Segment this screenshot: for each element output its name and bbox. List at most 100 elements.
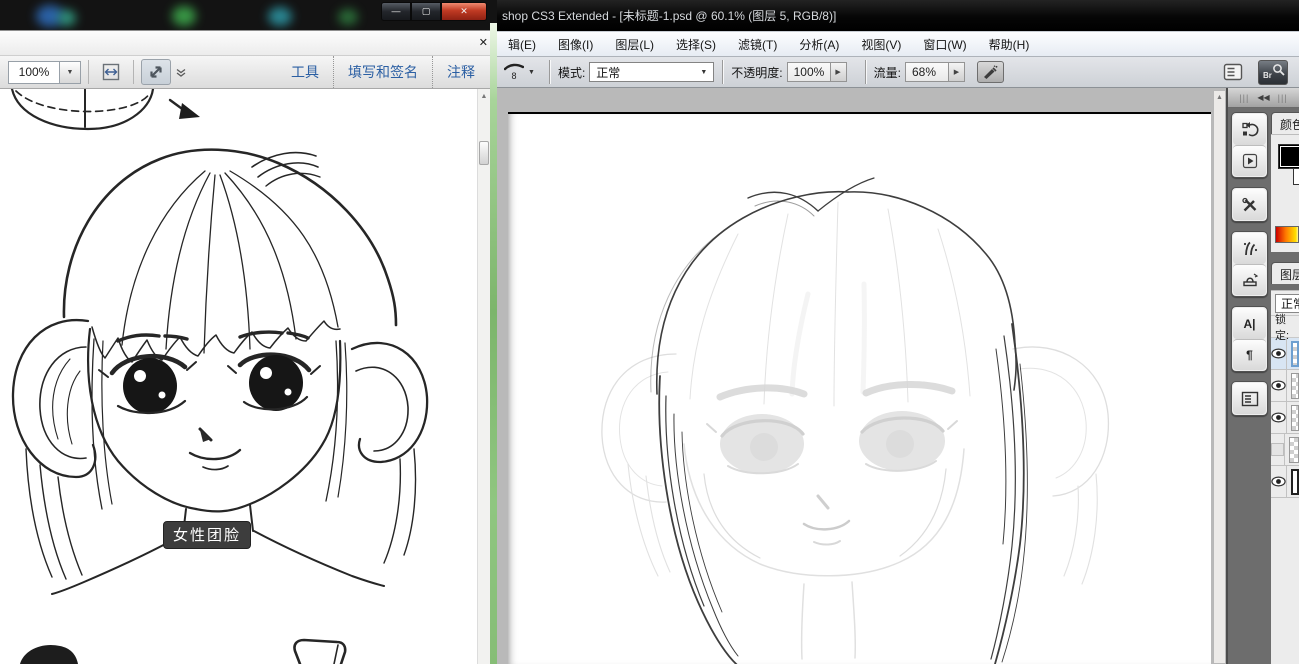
layer-row[interactable] — [1271, 370, 1299, 402]
layer-row[interactable] — [1271, 402, 1299, 434]
pdf-page[interactable]: 女性团脸 — [0, 89, 478, 664]
menu-select[interactable]: 选择(S) — [665, 32, 727, 56]
foreground-color-swatch[interactable] — [1278, 144, 1299, 169]
layer-row[interactable] — [1271, 466, 1299, 498]
minimize-button[interactable]: — — [381, 2, 411, 21]
layer-comps-panel-button[interactable] — [1233, 383, 1266, 414]
layer-thumbnail[interactable] — [1291, 341, 1299, 367]
dock-grip-icon: ||| — [1239, 93, 1249, 103]
layer-thumbnail[interactable] — [1291, 469, 1299, 495]
menu-image[interactable]: 图像(I) — [547, 32, 604, 56]
color-ramp[interactable] — [1275, 226, 1299, 243]
tab-layers[interactable]: 图层 — [1271, 262, 1299, 284]
menu-help[interactable]: 帮助(H) — [978, 32, 1041, 56]
zoom-level-input[interactable]: 100% — [8, 61, 60, 84]
blend-mode-select[interactable]: 正常 ▼ — [589, 62, 714, 82]
palette-well-button[interactable] — [1220, 60, 1246, 84]
reader-action-links: 工具 填写和签名 注释 — [277, 56, 489, 88]
crossed-tools-icon — [1241, 196, 1259, 214]
options-separator — [865, 60, 866, 84]
layers-lock-row: 锁定: — [1271, 316, 1299, 338]
photoshop-window: shop CS3 Extended - [未标题-1.psd @ 60.1% (… — [497, 0, 1299, 664]
resize-page-button[interactable] — [141, 59, 171, 85]
comment-link[interactable]: 注释 — [432, 56, 489, 88]
panel-gap — [1271, 252, 1299, 259]
menu-layer[interactable]: 图层(L) — [604, 32, 665, 56]
toolbar-more-chevron[interactable] — [175, 68, 187, 77]
options-right-group: Br — [1220, 60, 1292, 85]
canvas-sketch — [508, 114, 1211, 664]
canvas-vertical-scrollbar[interactable]: ▲ — [1213, 90, 1226, 664]
menu-edit[interactable]: 辑(E) — [497, 32, 547, 56]
options-separator — [549, 60, 550, 84]
opacity-input[interactable]: 100% — [787, 62, 831, 82]
tab-color[interactable]: 颜色 — [1271, 112, 1299, 134]
document-canvas[interactable] — [508, 112, 1211, 664]
brush-preset-dropdown-icon[interactable]: ▼ — [528, 69, 535, 76]
layer-visibility-eye-icon[interactable] — [1271, 370, 1287, 401]
airbrush-toggle[interactable] — [977, 61, 1004, 83]
layer-thumbnail[interactable] — [1289, 437, 1299, 463]
layer-thumbnail[interactable] — [1291, 373, 1299, 399]
menu-filter[interactable]: 滤镜(T) — [727, 32, 788, 56]
desktop-icon-blur — [58, 10, 76, 26]
tool-presets-panel-button[interactable] — [1233, 189, 1266, 220]
tools-link[interactable]: 工具 — [277, 56, 333, 88]
fill-sign-link[interactable]: 填写和签名 — [333, 56, 432, 88]
layer-visibility-eye-icon[interactable] — [1271, 466, 1287, 497]
reader-vertical-scrollbar[interactable]: ▲ — [477, 89, 490, 664]
layer-visibility-eye-icon[interactable] — [1271, 402, 1287, 433]
panel-dock: ||| ◀◀ ||| — [1226, 88, 1299, 664]
dropdown-icon: ▼ — [700, 69, 707, 76]
collapsed-panel-icons: A| ¶ — [1231, 112, 1268, 425]
fit-width-icon — [100, 63, 122, 81]
toolbar-separator — [133, 60, 134, 84]
go-to-bridge-button[interactable]: Br — [1258, 60, 1288, 85]
zoom-dropdown-icon[interactable]: ▼ — [60, 61, 81, 84]
clone-source-panel-button[interactable] — [1233, 264, 1266, 295]
collapse-dock-icon[interactable]: ◀◀ — [1257, 93, 1269, 102]
layer-visibility-eye-icon[interactable] — [1271, 338, 1287, 369]
diagonal-arrows-icon — [147, 63, 165, 81]
paragraph-panel-button[interactable]: ¶ — [1233, 339, 1266, 370]
options-separator — [722, 60, 723, 84]
layer-thumbnail[interactable] — [1291, 405, 1299, 431]
flow-control: 68% ▶ — [905, 62, 965, 82]
reader-window-controls: — ▢ ✕ — [381, 2, 487, 21]
brush-preset-picker[interactable]: 8 — [504, 63, 524, 81]
stamp-icon — [1241, 271, 1259, 289]
toolbar-separator — [88, 60, 89, 84]
fit-width-button[interactable] — [96, 59, 126, 85]
bridge-label: Br — [1263, 71, 1272, 80]
layer-row[interactable] — [1271, 338, 1299, 370]
palette-list-icon — [1223, 63, 1243, 81]
toolbar-close-icon[interactable]: ✕ — [479, 36, 488, 49]
flow-input[interactable]: 68% — [905, 62, 949, 82]
menu-window[interactable]: 窗口(W) — [912, 32, 977, 56]
brushes-icon — [1241, 240, 1259, 258]
opacity-slider-icon[interactable]: ▶ — [831, 62, 847, 82]
layer-row[interactable] — [1271, 434, 1299, 466]
maximize-button[interactable]: ▢ — [411, 2, 441, 21]
menu-analysis[interactable]: 分析(A) — [788, 32, 850, 56]
actions-panel-button[interactable] — [1233, 145, 1266, 176]
scroll-up-icon[interactable]: ▲ — [478, 93, 490, 100]
scroll-up-icon[interactable]: ▲ — [1214, 94, 1225, 101]
close-button[interactable]: ✕ — [441, 2, 487, 21]
chevron-down-icon — [175, 68, 187, 77]
dock-header[interactable]: ||| ◀◀ ||| — [1228, 88, 1299, 108]
scrollbar-thumb[interactable] — [479, 141, 489, 165]
character-panel-button[interactable]: A| — [1233, 308, 1266, 339]
magnifier-icon — [1272, 63, 1285, 76]
history-panel-button[interactable] — [1233, 114, 1266, 145]
mode-label: 模式: — [558, 64, 585, 81]
layer-visibility-empty[interactable] — [1271, 434, 1285, 465]
history-icon — [1241, 121, 1259, 139]
brushes-panel-button[interactable] — [1233, 233, 1266, 264]
reader-toolbar-main: 100% ▼ 工具 填写和签名 注释 — [0, 56, 497, 89]
reader-titlebar: — ▢ ✕ — [0, 0, 497, 30]
paragraph-icon: ¶ — [1246, 349, 1253, 361]
flow-slider-icon[interactable]: ▶ — [949, 62, 965, 82]
desktop-icon-blur — [268, 7, 292, 26]
menu-view[interactable]: 视图(V) — [850, 32, 912, 56]
